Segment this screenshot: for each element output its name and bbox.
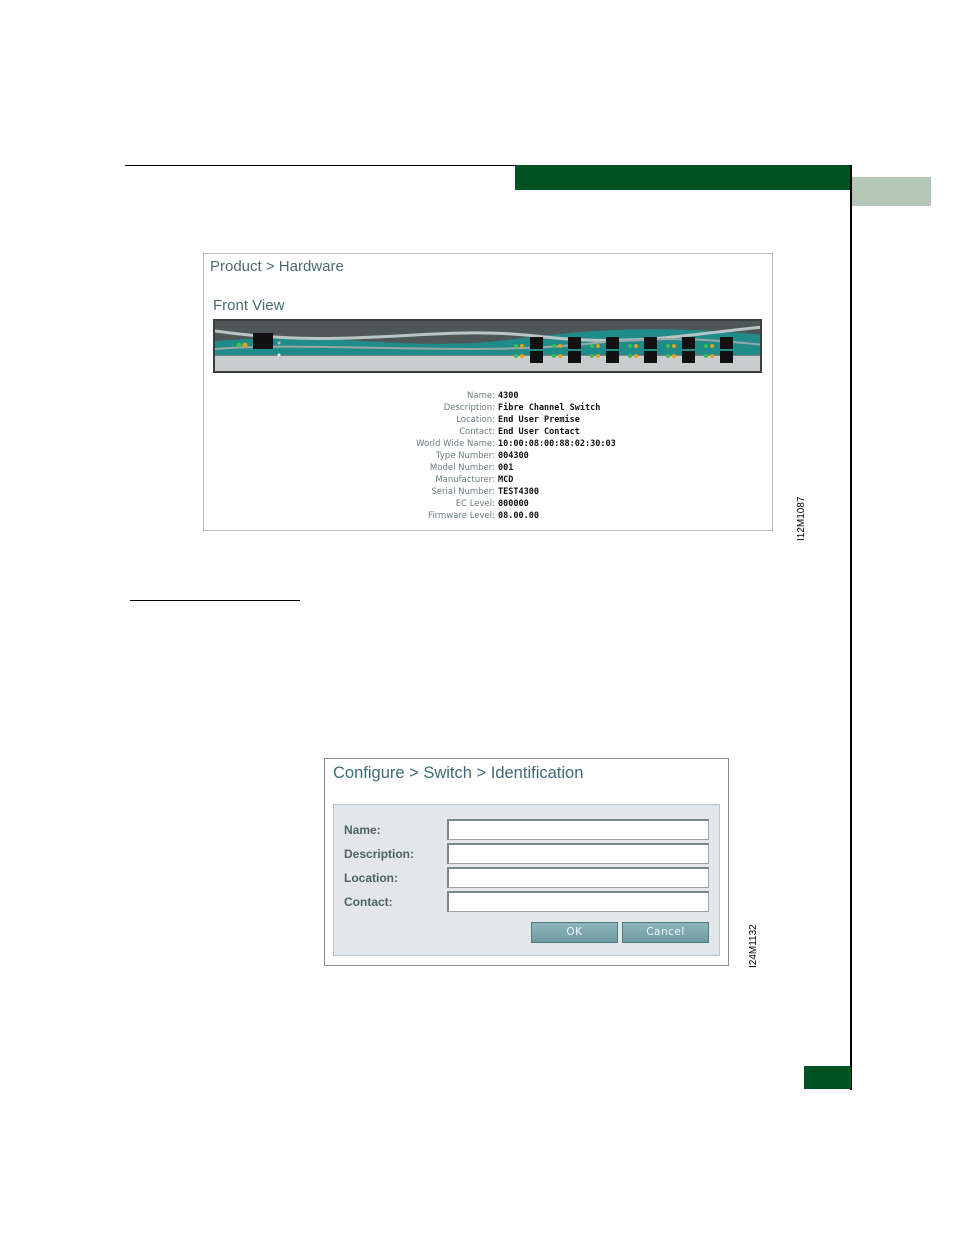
- property-row: Name: 4300: [384, 390, 764, 402]
- property-row: World Wide Name: 10:00:08:00:88:02:30:03: [384, 438, 764, 450]
- property-value: 10:00:08:00:88:02:30:03: [498, 439, 616, 449]
- contact-row: Contact:: [344, 891, 710, 913]
- name-field[interactable]: [447, 819, 709, 840]
- chapter-tab: [852, 177, 931, 206]
- header-bar: [515, 165, 852, 190]
- property-row: Contact: End User Contact: [384, 426, 764, 438]
- property-value: 000000: [498, 499, 529, 509]
- property-label: World Wide Name:: [416, 439, 495, 449]
- property-row: Firmware Level: 08.00.00: [384, 510, 764, 522]
- front-view-title: Front View: [213, 297, 285, 314]
- property-value: 4300: [498, 391, 519, 401]
- property-label: Contact:: [459, 427, 495, 437]
- cancel-button[interactable]: Cancel: [622, 922, 709, 943]
- description-label: Description:: [344, 847, 415, 861]
- property-label: Manufacturer:: [435, 475, 495, 485]
- property-row: Type Number: 004300: [384, 450, 764, 462]
- property-value: 08.00.00: [498, 511, 539, 521]
- right-margin-rule: [850, 165, 852, 1090]
- header-rule: [125, 165, 515, 166]
- property-label: Model Number:: [429, 463, 495, 473]
- property-label: EC Level:: [455, 499, 495, 509]
- section-underline: [130, 600, 300, 601]
- property-row: Serial Number: TEST4300: [384, 486, 764, 498]
- property-label: Firmware Level:: [428, 511, 495, 521]
- figure-id-2: I24M1132: [748, 924, 759, 968]
- name-row: Name:: [344, 819, 710, 841]
- description-field[interactable]: [447, 843, 709, 864]
- location-row: Location:: [344, 867, 710, 889]
- location-label: Location:: [344, 871, 398, 885]
- contact-label: Contact:: [344, 895, 393, 909]
- property-label: Serial Number:: [431, 487, 495, 497]
- contact-field[interactable]: [447, 891, 709, 912]
- property-row: Description: Fibre Channel Switch: [384, 402, 764, 414]
- identification-breadcrumb: Configure > Switch > Identification: [333, 764, 584, 782]
- hardware-breadcrumb: Product > Hardware: [210, 258, 344, 275]
- description-row: Description:: [344, 843, 710, 865]
- name-label: Name:: [344, 823, 381, 837]
- location-field[interactable]: [447, 867, 709, 888]
- property-label: Location:: [456, 415, 495, 425]
- property-value: MCD: [498, 475, 514, 485]
- switch-front-panel-graphic: [215, 321, 760, 371]
- identification-dialog: Configure > Switch > Identification Name…: [324, 758, 729, 966]
- ok-button[interactable]: OK: [531, 922, 618, 943]
- property-row: Model Number: 001: [384, 462, 764, 474]
- switch-properties: Name: 4300 Description: Fibre Channel Swit…: [384, 390, 764, 522]
- hardware-screenshot: Product > Hardware Front View Name: 4300…: [203, 253, 773, 531]
- identification-form: Name: Description: Location: Contact: OK…: [333, 804, 720, 956]
- property-label: Name:: [467, 391, 495, 401]
- property-value: End User Premise: [498, 415, 580, 425]
- property-label: Description:: [443, 403, 495, 413]
- property-row: Location: End User Premise: [384, 414, 764, 426]
- property-value: 001: [498, 463, 514, 473]
- property-value: End User Contact: [498, 427, 580, 437]
- figure-id-1: I12M1087: [796, 496, 807, 541]
- property-value: 004300: [498, 451, 529, 461]
- property-row: Manufacturer: MCD: [384, 474, 764, 486]
- property-label: Type Number:: [435, 451, 495, 461]
- switch-front-panel[interactable]: [213, 319, 762, 373]
- property-row: EC Level: 000000: [384, 498, 764, 510]
- property-value: Fibre Channel Switch: [498, 403, 601, 413]
- property-value: TEST4300: [498, 487, 539, 497]
- page-number-box: [804, 1066, 851, 1089]
